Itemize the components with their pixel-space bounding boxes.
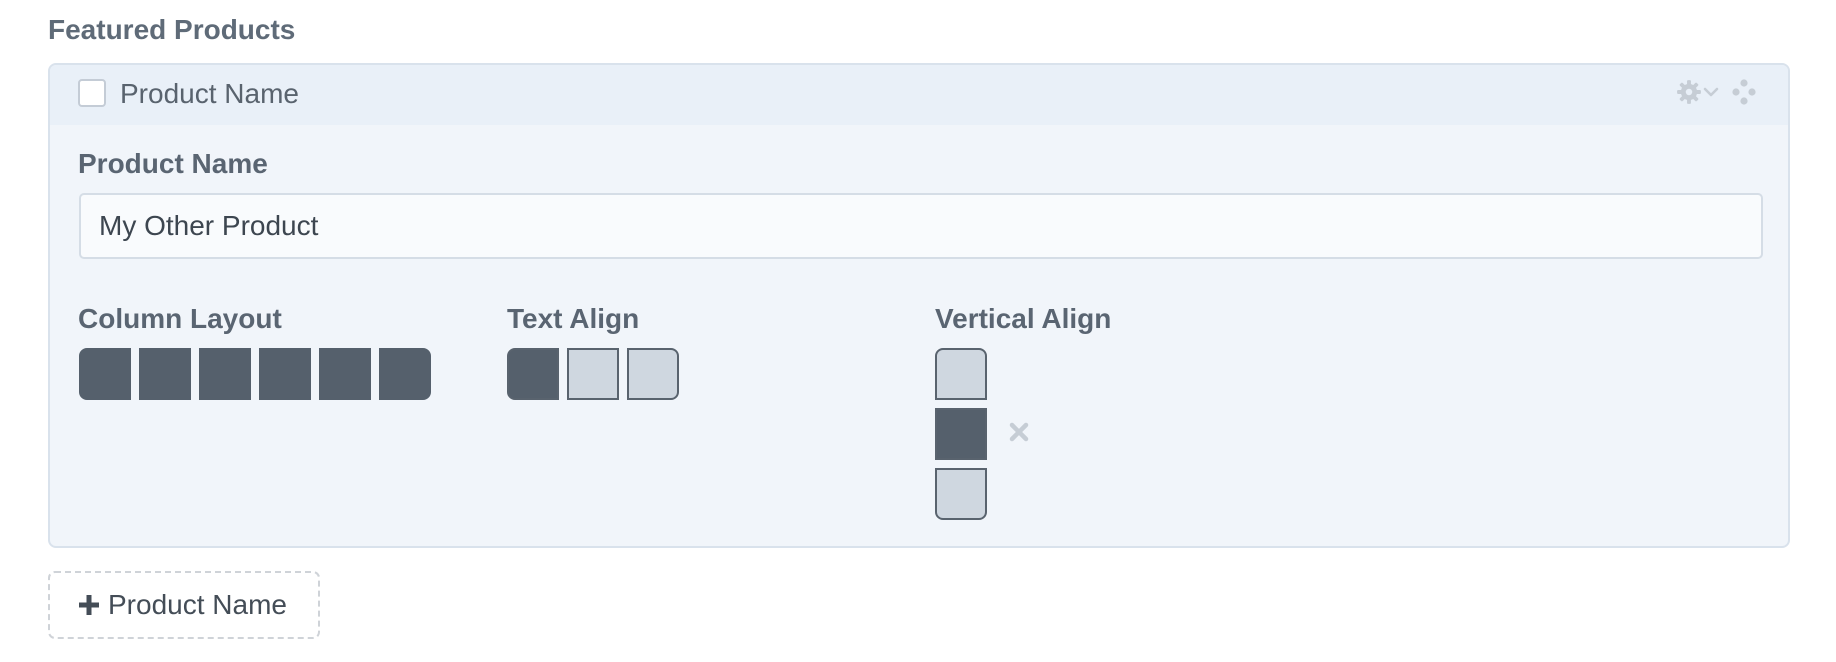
- product-name-label: Product Name: [78, 148, 268, 179]
- gear-icon: [1676, 79, 1702, 110]
- vertical-align-bottom-option[interactable]: [935, 468, 987, 520]
- drag-handle-icon: [1730, 78, 1758, 111]
- block-header: Product Name: [50, 65, 1788, 125]
- product-name-input[interactable]: [79, 193, 1763, 259]
- text-align-selector: [507, 348, 679, 400]
- column-layout-option[interactable]: [139, 348, 191, 400]
- vertical-align-label: Vertical Align: [935, 303, 1112, 334]
- column-layout-option[interactable]: [199, 348, 251, 400]
- column-layout-option[interactable]: [79, 348, 131, 400]
- section-title: Featured Products: [48, 14, 296, 45]
- drag-handle[interactable]: [1730, 78, 1758, 111]
- column-layout-option[interactable]: [379, 348, 431, 400]
- column-layout-selector: [79, 348, 431, 400]
- add-product-label: Product Name: [108, 589, 287, 620]
- vertical-align-clear-button[interactable]: [1006, 421, 1032, 447]
- product-block: Product Name Product Name My Other Produ…: [48, 63, 1790, 548]
- column-layout-option[interactable]: [259, 348, 311, 400]
- vertical-align-middle-option[interactable]: [935, 408, 987, 460]
- text-align-left-option[interactable]: [507, 348, 559, 400]
- text-align-label: Text Align: [507, 303, 640, 334]
- chevron-down-icon: [1702, 83, 1720, 106]
- plus-icon: [78, 594, 100, 616]
- text-align-right-option[interactable]: [627, 348, 679, 400]
- add-product-button[interactable]: Product Name: [48, 571, 320, 639]
- vertical-align-top-option[interactable]: [935, 348, 987, 400]
- block-header-title: Product Name: [120, 78, 299, 109]
- settings-menu-button[interactable]: [1676, 79, 1720, 110]
- block-select-checkbox[interactable]: [78, 79, 106, 107]
- block-actions: [1676, 78, 1758, 111]
- column-layout-option[interactable]: [319, 348, 371, 400]
- column-layout-label: Column Layout: [78, 303, 282, 334]
- text-align-center-option[interactable]: [567, 348, 619, 400]
- close-icon: [1008, 421, 1030, 448]
- vertical-align-selector: [935, 348, 987, 520]
